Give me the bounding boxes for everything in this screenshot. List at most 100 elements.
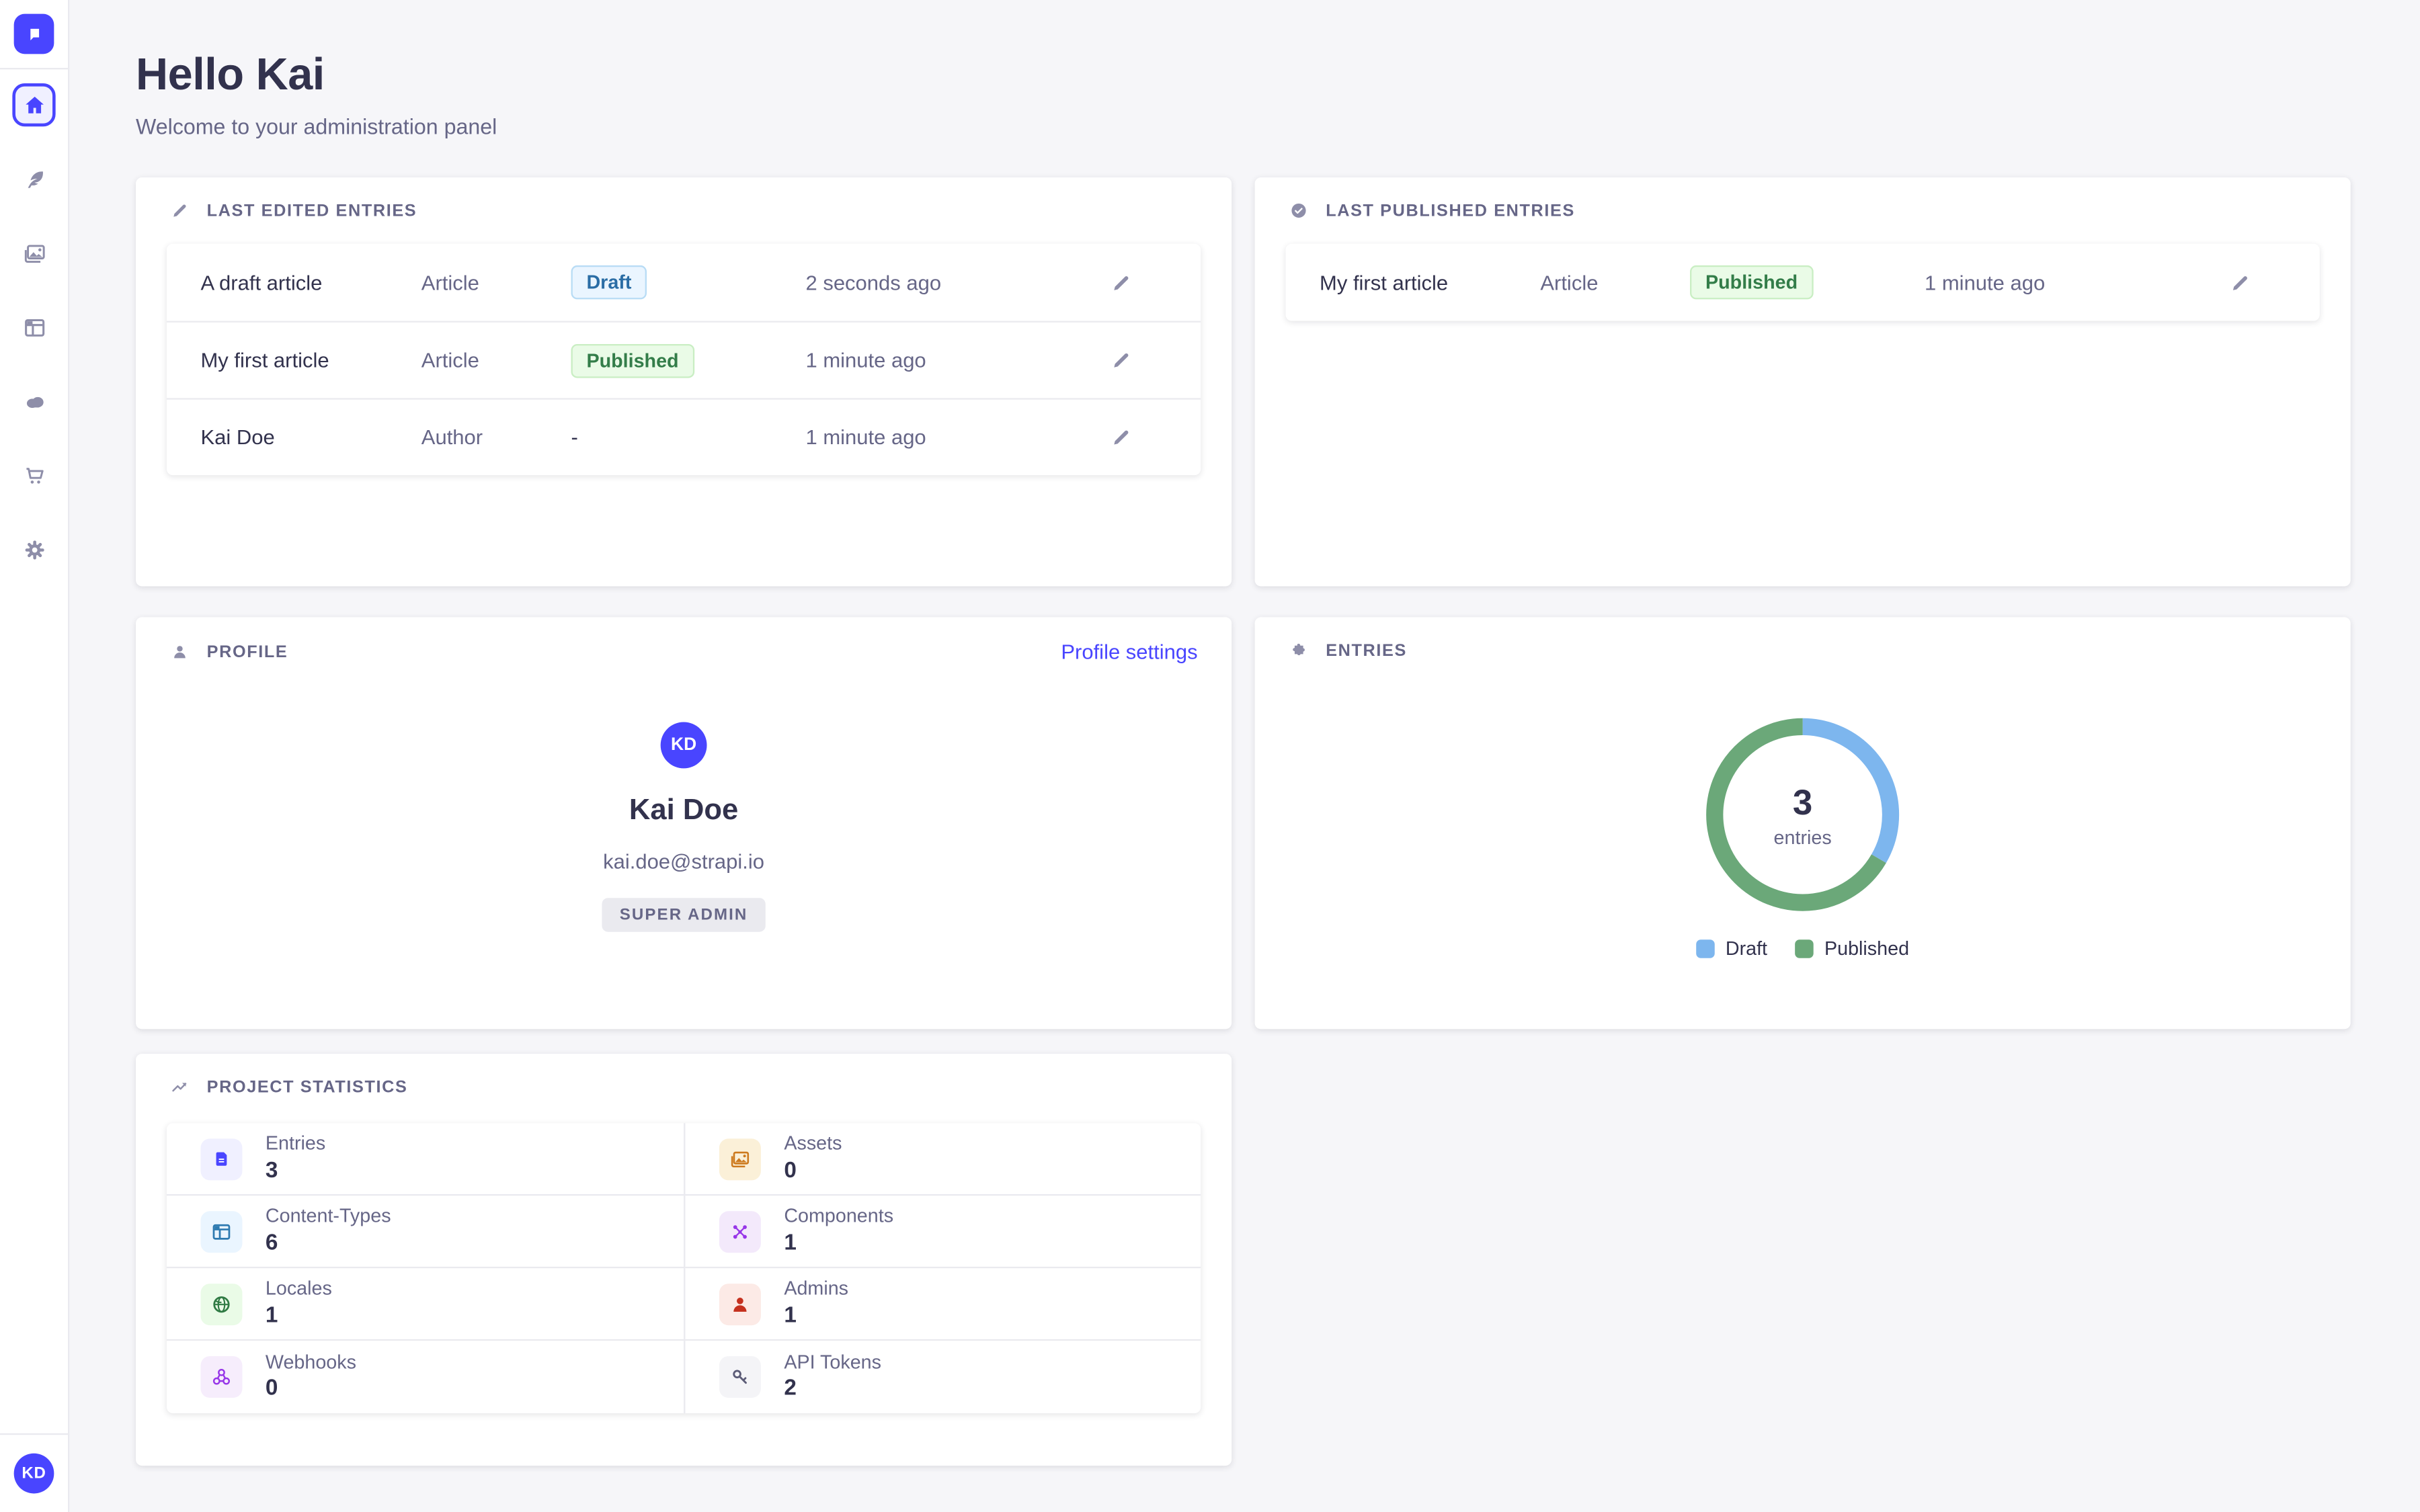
profile-card: PROFILE Profile settings KD Kai Doe kai.… xyxy=(136,617,1232,1029)
last-published-table: My first article Article Published 1 min… xyxy=(1286,244,2320,321)
entry-type: Article xyxy=(421,349,571,372)
stat-value: 0 xyxy=(266,1375,356,1403)
published-swatch xyxy=(1795,939,1814,958)
stat-label: Webhooks xyxy=(266,1351,356,1375)
chart-legend: Draft Published xyxy=(1255,938,2351,960)
profile-email: kai.doe@strapi.io xyxy=(603,850,764,873)
stat-label: Components xyxy=(784,1205,893,1229)
profile-body: KD Kai Doe kai.doe@strapi.io SUPER ADMIN xyxy=(136,617,1232,1029)
stat-admins: Admins 1 xyxy=(684,1268,1201,1341)
stat-label: Admins xyxy=(784,1277,848,1302)
entry-type: Author xyxy=(421,426,571,449)
entry-time: 2 seconds ago xyxy=(805,271,1098,294)
sidebar-item-content-manager[interactable] xyxy=(12,157,55,200)
strapi-logo[interactable] xyxy=(14,14,54,54)
project-statistics-card: PROJECT STATISTICS Entries 3 Assets 0 Co… xyxy=(136,1054,1232,1466)
card-header: LAST EDITED ENTRIES xyxy=(170,200,1198,220)
sidebar-item-deploy[interactable] xyxy=(12,380,55,423)
stat-value: 1 xyxy=(266,1302,332,1330)
sidebar: KD xyxy=(0,0,69,1512)
sidebar-footer-divider xyxy=(0,1433,69,1435)
entry-type: Article xyxy=(421,271,571,294)
edit-entry-button[interactable] xyxy=(1099,339,1142,382)
stat-value: 1 xyxy=(784,1302,848,1330)
check-circle-icon xyxy=(1289,200,1309,220)
entry-time: 1 minute ago xyxy=(1925,271,2218,294)
entry-time: 1 minute ago xyxy=(805,426,1098,449)
profile-name: Kai Doe xyxy=(629,794,738,829)
draft-swatch xyxy=(1696,939,1715,958)
sidebar-item-content-type-builder[interactable] xyxy=(12,306,55,349)
edit-entry-button[interactable] xyxy=(1099,261,1142,304)
stat-label: Assets xyxy=(784,1132,842,1157)
entries-total-label: entries xyxy=(1774,826,1832,847)
edit-entry-button[interactable] xyxy=(1099,416,1142,459)
cart-icon xyxy=(21,462,47,489)
entries-donut-chart: 3 entries xyxy=(1704,716,1902,913)
pencil-icon xyxy=(1109,271,1132,294)
sidebar-item-media-library[interactable] xyxy=(12,231,55,274)
home-icon xyxy=(21,92,47,118)
molecule-icon xyxy=(719,1210,761,1252)
user-icon xyxy=(719,1283,761,1325)
card-title: LAST EDITED ENTRIES xyxy=(207,202,417,220)
stat-webhooks: Webhooks 0 xyxy=(167,1341,684,1413)
entry-name: My first article xyxy=(200,349,421,372)
puzzle-icon xyxy=(1289,640,1309,661)
sidebar-footer: KD xyxy=(0,1433,68,1512)
last-edited-table: A draft article Article Draft 2 seconds … xyxy=(167,244,1201,475)
pencil-icon xyxy=(170,200,190,220)
stats-grid: Entries 3 Assets 0 Content-Types 6 xyxy=(167,1123,1201,1413)
profile-avatar: KD xyxy=(661,722,707,768)
page-subtitle: Welcome to your administration panel xyxy=(136,114,2420,139)
user-avatar[interactable]: KD xyxy=(14,1454,54,1494)
status-badge: Published xyxy=(571,343,694,378)
card-title: PROJECT STATISTICS xyxy=(207,1078,408,1097)
layout-icon xyxy=(21,314,47,340)
last-published-entries-card: LAST PUBLISHED ENTRIES My first article … xyxy=(1255,177,2351,586)
file-icon xyxy=(200,1138,242,1179)
card-title: LAST PUBLISHED ENTRIES xyxy=(1326,202,1575,220)
card-header: PROJECT STATISTICS xyxy=(170,1077,1198,1097)
role-badge: SUPER ADMIN xyxy=(603,898,765,932)
table-row: Kai Doe Author - 1 minute ago xyxy=(167,398,1201,475)
gear-icon xyxy=(21,536,47,562)
donut-center: 3 entries xyxy=(1704,716,1902,913)
legend-item-published: Published xyxy=(1795,938,1909,960)
images-icon xyxy=(21,240,47,266)
table-row: My first article Article Published 1 min… xyxy=(167,321,1201,398)
strapi-logo-icon xyxy=(20,20,48,48)
stat-label: Content-Types xyxy=(266,1205,391,1229)
card-header: ENTRIES xyxy=(1289,640,2316,661)
sidebar-item-marketplace[interactable] xyxy=(12,454,55,497)
entry-name: A draft article xyxy=(200,271,421,294)
cloud-icon xyxy=(21,388,47,414)
key-icon xyxy=(719,1356,761,1398)
entry-type: Article xyxy=(1540,271,1690,294)
stat-value: 1 xyxy=(784,1229,893,1257)
sidebar-item-home[interactable] xyxy=(12,83,55,126)
stat-content-types: Content-Types 6 xyxy=(167,1195,684,1268)
stat-components: Components 1 xyxy=(684,1195,1201,1268)
stat-value: 0 xyxy=(784,1157,842,1185)
entry-name: Kai Doe xyxy=(200,426,421,449)
stat-assets: Assets 0 xyxy=(684,1123,1201,1195)
stat-value: 6 xyxy=(266,1229,391,1257)
feather-pen-icon xyxy=(21,166,47,192)
status-badge: Published xyxy=(1690,265,1813,300)
webhook-icon xyxy=(200,1356,242,1398)
status-empty: - xyxy=(571,425,577,448)
trend-up-icon xyxy=(170,1077,190,1097)
images-icon xyxy=(719,1138,761,1179)
stat-value: 3 xyxy=(266,1157,325,1185)
sidebar-nav xyxy=(0,69,68,571)
globe-icon xyxy=(200,1283,242,1325)
stat-api-tokens: API Tokens 2 xyxy=(684,1341,1201,1413)
sidebar-item-settings[interactable] xyxy=(12,528,55,571)
entries-total: 3 xyxy=(1793,782,1812,823)
pencil-icon xyxy=(1109,426,1132,449)
pencil-icon xyxy=(1109,349,1132,372)
last-edited-entries-card: LAST EDITED ENTRIES A draft article Arti… xyxy=(136,177,1232,586)
edit-entry-button[interactable] xyxy=(2218,261,2261,304)
stat-value: 2 xyxy=(784,1375,881,1403)
